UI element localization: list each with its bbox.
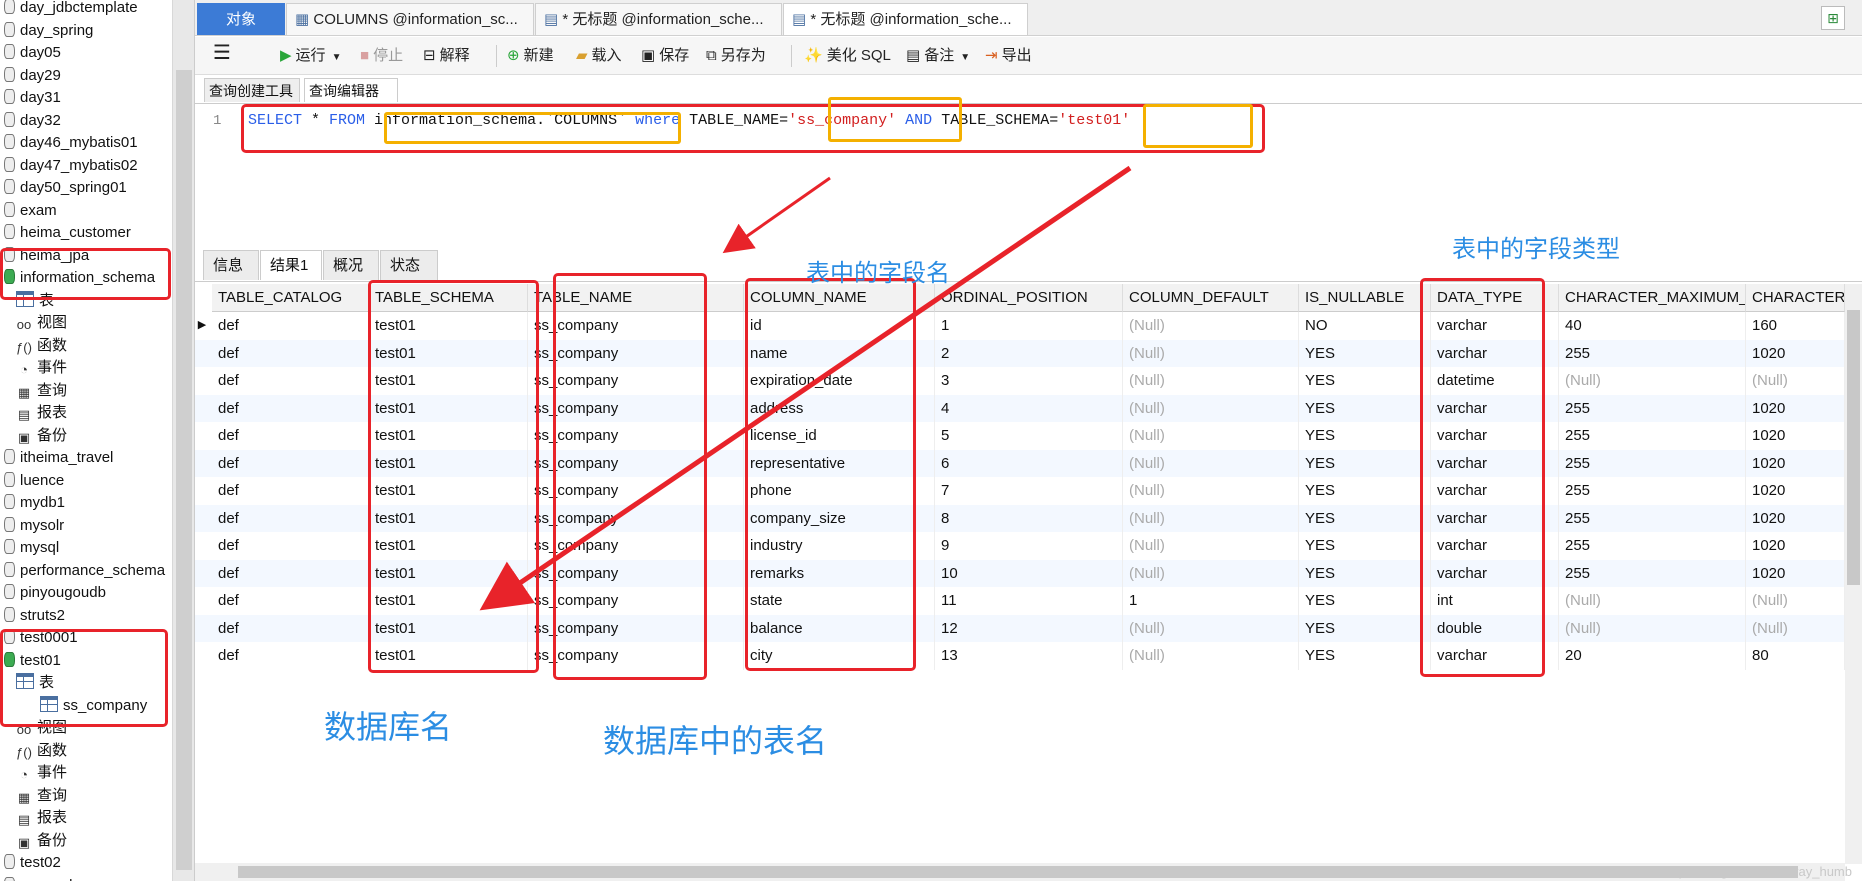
annotation-db-name: 数据库名 bbox=[324, 709, 453, 745]
watermark: https://blog.csdn.net/Gray_humb bbox=[1664, 864, 1852, 879]
annotation-field-name: 表中的字段名 bbox=[806, 260, 950, 287]
annotation-field-type: 表中的字段类型 bbox=[1452, 236, 1620, 263]
annotation-table-name: 数据库中的表名 bbox=[603, 723, 828, 759]
arrow-to-table-name bbox=[722, 176, 831, 254]
arrow-to-table-schema bbox=[479, 165, 1132, 611]
annotation-arrows bbox=[479, 165, 1132, 611]
